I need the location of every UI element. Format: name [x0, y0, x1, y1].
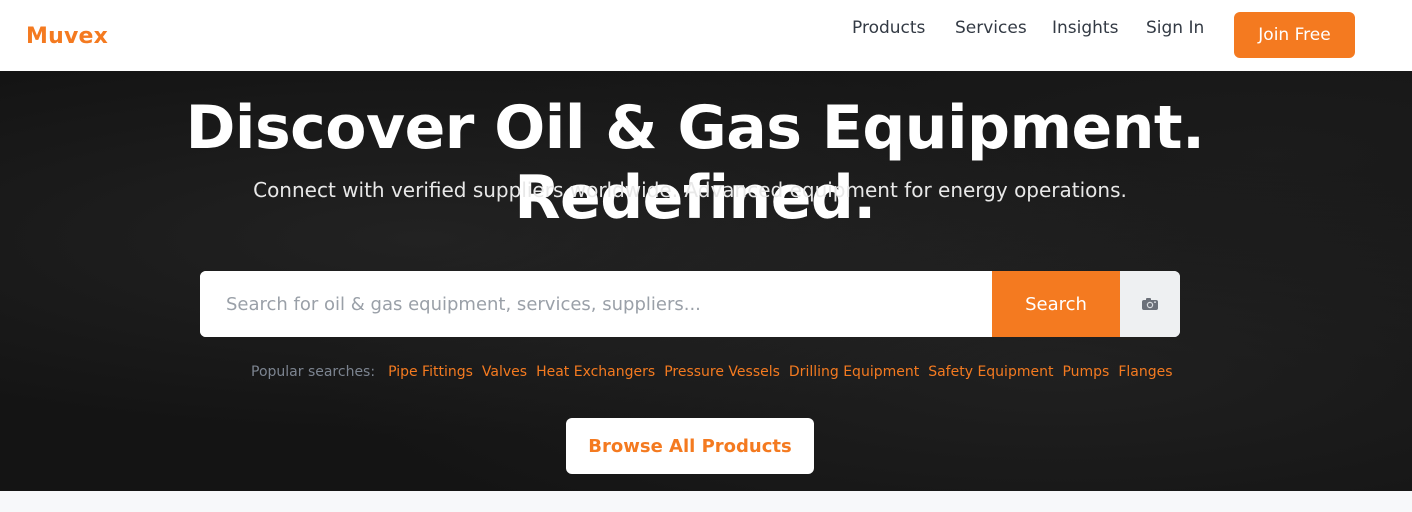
main-nav: Products Services Insights Sign In: [0, 18, 1412, 38]
image-search-button[interactable]: [1120, 271, 1180, 337]
nav-products[interactable]: Products: [852, 18, 925, 38]
popular-pressure-vessels[interactable]: Pressure Vessels: [664, 364, 780, 380]
hero-subtitle: Connect with verified suppliers worldwid…: [253, 178, 1127, 202]
search-button[interactable]: Search: [992, 271, 1120, 337]
popular-pipe-fittings[interactable]: Pipe Fittings: [388, 364, 473, 380]
nav-sign-in[interactable]: Sign In: [1146, 18, 1204, 38]
search-bar: Search: [200, 271, 1180, 337]
hero-section: Discover Oil & Gas Equipment. Redefined.…: [0, 71, 1412, 491]
camera-icon: [1141, 297, 1159, 311]
popular-searches-list: Pipe Fittings Valves Heat Exchangers Pre…: [388, 364, 1181, 380]
popular-searches-label: Popular searches:: [251, 364, 376, 380]
popular-heat-exchangers[interactable]: Heat Exchangers: [536, 364, 655, 380]
join-free-button[interactable]: Join Free: [1234, 12, 1355, 58]
site-header: Muvex Products Services Insights Sign In…: [0, 0, 1412, 71]
nav-insights[interactable]: Insights: [1052, 18, 1118, 38]
page-content-strip: [0, 491, 1412, 512]
popular-pumps[interactable]: Pumps: [1062, 364, 1109, 380]
nav-services[interactable]: Services: [955, 18, 1027, 38]
popular-searches: Popular searches: Pipe Fittings Valves H…: [251, 362, 1182, 382]
hero-title: Discover Oil & Gas Equipment. Redefined.: [185, 93, 1205, 233]
popular-valves[interactable]: Valves: [482, 364, 527, 380]
popular-safety-equipment[interactable]: Safety Equipment: [928, 364, 1053, 380]
popular-drilling-equipment[interactable]: Drilling Equipment: [789, 364, 919, 380]
popular-flanges[interactable]: Flanges: [1118, 364, 1172, 380]
search-input[interactable]: [200, 271, 992, 337]
browse-all-products-button[interactable]: Browse All Products: [566, 418, 814, 474]
